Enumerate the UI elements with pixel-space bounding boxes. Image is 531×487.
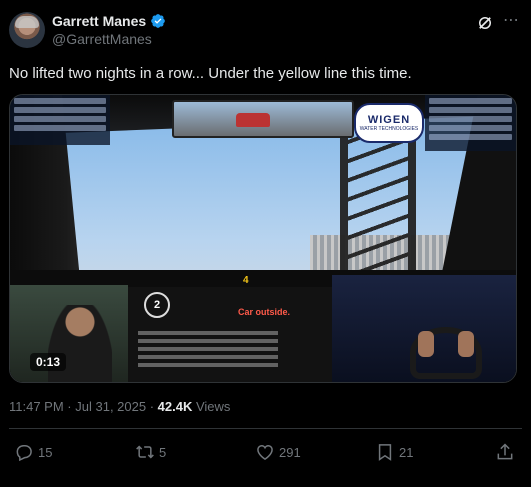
sponsor-subtitle: WATER TECHNOLOGIES bbox=[359, 126, 419, 132]
video-scene-mirror-car bbox=[236, 113, 270, 127]
hand bbox=[418, 331, 434, 357]
avatar[interactable] bbox=[9, 12, 45, 48]
bookmark-icon bbox=[378, 444, 392, 461]
reply-icon bbox=[16, 445, 32, 462]
repost-count: 5 bbox=[159, 444, 167, 460]
reply-count: 15 bbox=[38, 444, 53, 460]
hud-row bbox=[138, 363, 278, 367]
post-time[interactable]: 11:47 PM bbox=[9, 399, 64, 414]
meta-separator: · bbox=[63, 399, 76, 414]
like-button[interactable]: 291 bbox=[255, 442, 301, 462]
author-handle[interactable]: @GarrettManes bbox=[52, 31, 152, 47]
hand bbox=[458, 331, 474, 357]
grok-icon[interactable] bbox=[476, 14, 494, 32]
tweet: Garrett Manes @GarrettManes ⋯ No lifted … bbox=[0, 0, 531, 487]
bookmark-count: 21 bbox=[399, 444, 414, 460]
author-display-name[interactable]: Garrett Manes bbox=[52, 13, 146, 29]
hud-row bbox=[138, 331, 278, 335]
bookmark-button[interactable]: 21 bbox=[375, 442, 413, 462]
hud-message: Car outside. bbox=[238, 307, 291, 317]
chat-overlay bbox=[425, 95, 516, 151]
more-icon[interactable]: ⋯ bbox=[503, 10, 520, 30]
hud-row bbox=[138, 347, 278, 351]
hud-speed: 4 bbox=[243, 275, 249, 286]
standings-overlay bbox=[10, 95, 110, 145]
sponsor-name: WIGEN bbox=[367, 114, 411, 126]
like-count: 291 bbox=[279, 444, 301, 460]
tweet-text: No lifted two nights in a row... Under t… bbox=[9, 65, 412, 82]
verified-badge-icon bbox=[151, 14, 165, 28]
hud-row bbox=[138, 339, 278, 343]
video-player[interactable]: WIGEN WATER TECHNOLOGIES 2 4 Car outside… bbox=[9, 94, 517, 383]
divider bbox=[9, 428, 522, 429]
views-label: Views bbox=[192, 399, 231, 414]
post-meta: 11:47 PM · Jul 31, 2025 · 42.4K Views bbox=[9, 399, 230, 414]
repost-icon bbox=[136, 445, 154, 459]
post-date[interactable]: Jul 31, 2025 bbox=[75, 399, 146, 414]
sponsor-logo: WIGEN WATER TECHNOLOGIES bbox=[354, 103, 424, 143]
meta-separator: · bbox=[146, 399, 158, 414]
hud-gear: 2 bbox=[144, 292, 170, 318]
share-icon bbox=[497, 443, 513, 460]
author-name-row: Garrett Manes bbox=[52, 13, 166, 29]
views-count: 42.4K bbox=[157, 399, 193, 414]
hud-row bbox=[138, 355, 278, 359]
reply-button[interactable]: 15 bbox=[14, 442, 52, 462]
like-icon bbox=[257, 444, 273, 460]
repost-button[interactable]: 5 bbox=[135, 442, 166, 462]
share-button[interactable] bbox=[495, 442, 515, 462]
video-duration: 0:13 bbox=[30, 353, 67, 371]
